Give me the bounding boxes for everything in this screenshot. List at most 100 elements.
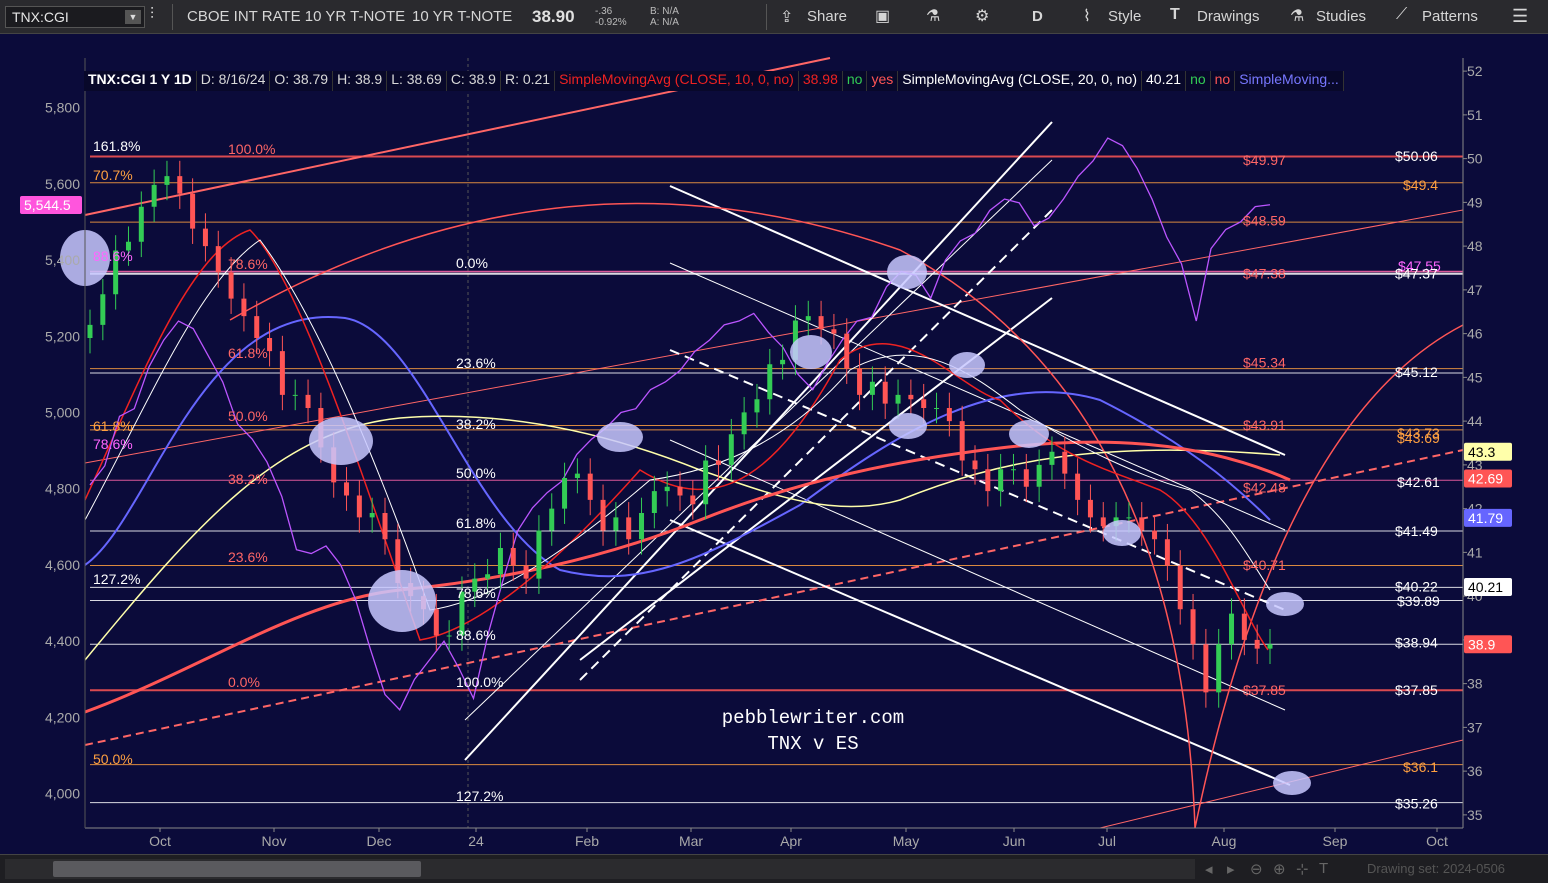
gear-icon[interactable]: ⚙: [975, 6, 989, 26]
info-sma-more[interactable]: SimpleMoving...: [1235, 71, 1344, 91]
fib-percent-label: 50.0%: [228, 408, 268, 424]
info-range: R: 0.21: [500, 71, 556, 91]
candle-body: [100, 294, 106, 325]
candle-body: [1177, 565, 1183, 610]
text-icon[interactable]: T: [1319, 860, 1328, 877]
candle-body: [574, 473, 580, 478]
period-button[interactable]: D: [1032, 8, 1043, 25]
bid-value: B: N/A: [650, 6, 679, 17]
candle-body: [1267, 644, 1273, 649]
studies-icon[interactable]: ⚗: [1290, 6, 1304, 26]
candle-body: [934, 408, 940, 409]
x-tick-label: Nov: [262, 833, 287, 849]
fib-percent-label: 0.0%: [456, 255, 488, 271]
candle-body: [369, 513, 375, 518]
symbol-input[interactable]: TNX:CGI ▼: [5, 6, 145, 28]
price-level-label: $37.85: [1243, 682, 1286, 698]
x-tick-label: Apr: [780, 833, 802, 849]
scrollbar-thumb[interactable]: [53, 861, 421, 877]
price-level-label: $48.59: [1243, 212, 1286, 228]
x-tick-label: Feb: [575, 833, 599, 849]
candle-body: [382, 513, 388, 540]
candle-body: [998, 469, 1004, 492]
candle-body: [202, 228, 208, 247]
x-tick-label: Aug: [1212, 833, 1237, 849]
candle-body: [1126, 517, 1132, 519]
sliders-icon[interactable]: ⫶: [150, 6, 154, 24]
layout-icon[interactable]: ▣: [875, 6, 890, 26]
candle-body: [164, 176, 170, 185]
candle-body: [177, 176, 183, 194]
candle-body: [831, 329, 837, 334]
fib-percent-label: 78.6%: [93, 436, 133, 452]
fib-percent-label: 61.8%: [228, 345, 268, 361]
candle-body: [741, 412, 747, 435]
fib-percent-label: 78.6%: [456, 585, 496, 601]
info-sma10-label[interactable]: SimpleMovingAvg (CLOSE, 10, 0, no): [555, 71, 799, 91]
highlight-ellipse: [597, 422, 643, 452]
price-level-label: $43.91: [1243, 417, 1286, 433]
right-tick-label: 47: [1467, 282, 1483, 298]
share-button[interactable]: Share: [807, 8, 847, 25]
x-tick-label: 24: [468, 833, 484, 849]
info-open: O: 38.79: [270, 71, 334, 91]
flask-icon[interactable]: ⚗: [926, 6, 940, 26]
zoom-out-icon[interactable]: ⊖: [1250, 860, 1263, 878]
chart-svg[interactable]: $50.06$49.97$49.4$48.59$47.55$47.37$47.3…: [0, 34, 1548, 854]
price-level-label: $45.34: [1243, 355, 1286, 371]
candle-body: [1075, 473, 1081, 500]
pan-left-icon[interactable]: ◂: [1205, 860, 1213, 878]
candle-body: [497, 548, 503, 575]
right-tick-label: 41: [1467, 544, 1483, 560]
right-tick-label: 36: [1467, 763, 1483, 779]
left-tick-label: 5,000: [45, 405, 80, 421]
info-sma10-flag2: yes: [867, 71, 899, 91]
info-sma20-flag2: no: [1210, 71, 1236, 91]
x-tick-label: Sep: [1323, 833, 1348, 849]
axis-badge-label: 43.3: [1468, 444, 1495, 460]
drawings-icon[interactable]: T: [1170, 6, 1180, 24]
right-tick-label: 49: [1467, 194, 1483, 210]
zoom-in-icon[interactable]: ⊕: [1273, 860, 1286, 878]
right-tick-label: 50: [1467, 151, 1483, 167]
fib-percent-label: 38.2%: [456, 416, 496, 432]
highlight-ellipse: [1273, 771, 1311, 795]
price-change: -.36: [595, 6, 613, 17]
toolbar-divider: [766, 4, 767, 30]
menu-icon[interactable]: ☰: [1512, 6, 1528, 27]
price-level-label: $47.37: [1395, 266, 1438, 282]
left-tick-label: 4,600: [45, 557, 80, 573]
drawings-button[interactable]: Drawings: [1197, 8, 1260, 25]
style-button[interactable]: Style: [1108, 8, 1141, 25]
patterns-icon[interactable]: ⟋: [1396, 6, 1407, 24]
left-tick-label: 4,200: [45, 709, 80, 725]
price-level-label: $45.12: [1395, 364, 1438, 380]
horizontal-scrollbar[interactable]: [5, 859, 1195, 879]
studies-button[interactable]: Studies: [1316, 8, 1366, 25]
style-icon[interactable]: ⌇: [1083, 6, 1091, 26]
candle-body: [818, 316, 824, 330]
chart-area[interactable]: $50.06 $49.97 $49.4 $48.59 $47.55 $47.37 $47.3…: [0, 34, 1548, 883]
share-icon[interactable]: ⇪: [780, 7, 793, 27]
x-tick-label: Oct: [149, 833, 171, 849]
x-tick-label: Oct: [1426, 833, 1448, 849]
patterns-button[interactable]: Patterns: [1422, 8, 1478, 25]
candle-body: [1241, 613, 1247, 640]
candle-body: [1087, 499, 1093, 518]
x-tick-label: May: [893, 833, 919, 849]
candle-body: [549, 508, 555, 531]
candle-body: [151, 184, 157, 207]
price-level-label: $49.97: [1243, 152, 1286, 168]
candle-body: [1139, 517, 1145, 531]
highlight-ellipse: [1009, 420, 1049, 448]
crosshair-icon[interactable]: ⊹: [1296, 860, 1309, 878]
candle-body: [908, 394, 914, 400]
price-level-label: $47.38: [1243, 265, 1286, 281]
symbol-dropdown-icon[interactable]: ▼: [125, 10, 141, 24]
left-tick-label: 5,400: [45, 252, 80, 268]
info-sma20-label[interactable]: SimpleMovingAvg (CLOSE, 20, 0, no): [898, 71, 1143, 91]
pan-right-icon[interactable]: ▸: [1227, 860, 1235, 878]
candle-body: [921, 399, 927, 408]
fib-percent-label: 50.0%: [456, 465, 496, 481]
candle-body: [664, 486, 670, 492]
